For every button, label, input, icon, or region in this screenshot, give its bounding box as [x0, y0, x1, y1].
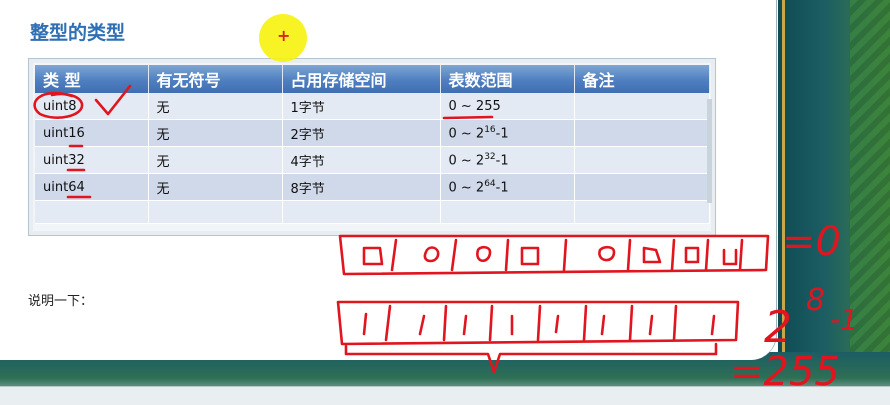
cell-signed: 无: [148, 173, 283, 201]
range-tail: -1: [495, 126, 509, 142]
cell-type: uint8: [35, 93, 149, 120]
table-row: uint32 无 4字节 0 ~ 232-1: [35, 146, 710, 174]
cell-type: uint16: [35, 119, 149, 147]
header-storage: 占用存储空间: [282, 65, 441, 93]
integer-types-table: 类 型 有无符号 占用存储空间 表数范围 备注 uint8 无 1字节 0 ~ …: [35, 65, 710, 224]
table-row: uint8 无 1字节 0 ~ 255: [35, 93, 710, 120]
range-tail: -1: [495, 153, 509, 169]
annotation-exponent-eight: 8: [806, 283, 826, 318]
table-row: uint64 无 8字节 0 ~ 264-1: [35, 173, 710, 201]
empty-cell: [440, 200, 575, 224]
empty-cell: [148, 200, 283, 224]
header-range: 表数范围: [440, 65, 575, 93]
cell-range: 0 ~ 232-1: [440, 146, 575, 174]
table-row-empty: [35, 200, 710, 224]
cell-storage: 4字节: [282, 146, 441, 174]
cell-note: [574, 173, 710, 201]
empty-cell: [282, 200, 441, 224]
range-base: 0 ~ 2: [448, 180, 485, 196]
cell-signed: 无: [148, 119, 283, 147]
cell-note: [574, 93, 710, 120]
slide-title: 整型的类型: [30, 22, 126, 44]
cell-signed: 无: [148, 146, 283, 174]
table-container[interactable]: 类 型 有无符号 占用存储空间 表数范围 备注 uint8 无 1字节 0 ~ …: [28, 58, 716, 236]
cell-range: 0 ~ 264-1: [440, 173, 575, 201]
cursor-crosshair-icon: +: [277, 26, 291, 45]
caption-text: 说明一下：: [28, 294, 94, 309]
cell-note: [574, 146, 710, 174]
table-row: uint16 无 2字节 0 ~ 216-1: [35, 119, 710, 147]
cell-range: 0 ~ 255: [440, 93, 575, 120]
table-header-row: 类 型 有无符号 占用存储空间 表数范围 备注: [35, 65, 710, 93]
annotation-minus-one: -1: [830, 303, 858, 336]
slide-canvas: 整型的类型 类 型 有无符号 占用存储空间 表数范围 备注 uint8 无 1字: [0, 0, 777, 360]
empty-cell: [35, 200, 149, 224]
range-exponent: 16: [484, 124, 496, 135]
annotation-base-two: 2: [764, 302, 792, 353]
cell-storage: 1字节: [282, 93, 441, 120]
annotation-eq-255: =255: [730, 349, 840, 395]
slide-frame-right: [778, 0, 890, 404]
range-tail: -1: [495, 180, 509, 196]
range-exponent: 64: [484, 178, 496, 189]
header-note: 备注: [574, 65, 710, 93]
cell-storage: 2字节: [282, 119, 441, 147]
cell-signed: 无: [148, 93, 283, 120]
cell-type: uint32: [35, 146, 149, 174]
header-signed: 有无符号: [148, 65, 283, 93]
cell-type: uint64: [35, 173, 149, 201]
range-base: 0 ~ 2: [448, 153, 485, 169]
empty-cell: [574, 200, 710, 224]
range-exponent: 32: [484, 151, 496, 162]
cell-note: [574, 119, 710, 147]
range-base: 0 ~ 2: [448, 126, 485, 142]
cell-range: 0 ~ 216-1: [440, 119, 575, 147]
table-scrollbar[interactable]: [707, 99, 712, 203]
annotation-eq-zero: =0: [782, 219, 841, 265]
cell-storage: 8字节: [282, 173, 441, 201]
header-type: 类 型: [35, 65, 149, 93]
range-base: 0 ~ 255: [448, 98, 501, 114]
